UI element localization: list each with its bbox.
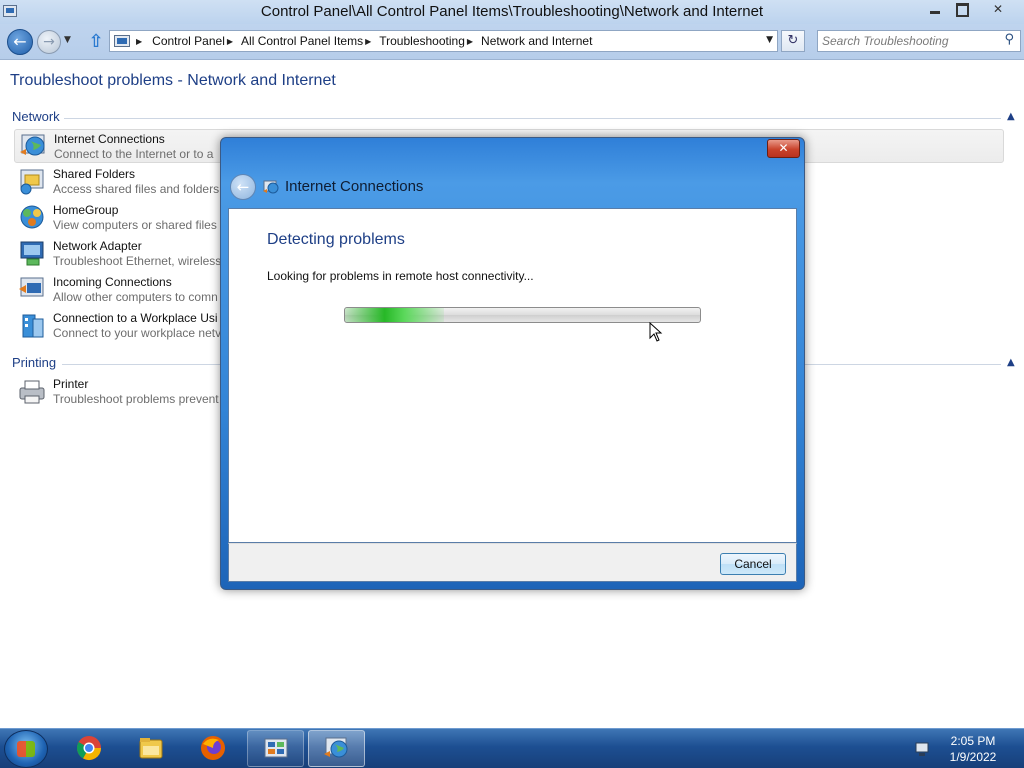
breadcrumb-root-arrow[interactable]: ▶ (136, 37, 142, 46)
breadcrumb-control-panel[interactable]: Control Panel (152, 34, 225, 48)
firefox-icon (201, 736, 225, 760)
dialog-body: Detecting problems Looking for problems … (228, 208, 797, 543)
clock-date: 1/9/2022 (949, 750, 997, 764)
window-titlebar: Control Panel\All Control Panel Items\Tr… (0, 0, 1024, 24)
network-adapter-icon (20, 241, 44, 266)
up-level-button[interactable]: ⇧ (86, 32, 106, 52)
item-description: Allow other computers to comn (53, 290, 218, 304)
breadcrumb: ▶ Control Panel ▶ All Control Panel Item… (136, 34, 592, 48)
item-description: Troubleshoot Ethernet, wireless (53, 254, 222, 268)
dialog-status-text: Looking for problems in remote host conn… (267, 269, 534, 283)
start-button[interactable] (4, 730, 48, 768)
shared-folders-icon (20, 169, 44, 195)
address-dropdown-button[interactable]: ▼ (766, 35, 773, 45)
forward-button[interactable]: → (37, 30, 61, 54)
internet-connections-icon (263, 180, 279, 194)
troubleshooter-dialog: ✕ ← Internet Connections Detecting probl… (220, 137, 805, 590)
address-bar[interactable]: ▶ Control Panel ▶ All Control Panel Item… (109, 30, 778, 52)
item-description: Access shared files and folders (53, 182, 220, 196)
chrome-icon (76, 736, 101, 761)
taskbar-firefox[interactable] (185, 730, 242, 767)
taskbar-clock[interactable]: 2:05 PM 1/9/2022 (938, 733, 1008, 765)
navigation-bar: ← → ▼ ⇧ ▶ Control Panel ▶ All Control Pa… (0, 24, 1024, 60)
dialog-back-button[interactable]: ← (230, 174, 256, 200)
breadcrumb-troubleshooting[interactable]: Troubleshooting (379, 34, 465, 48)
dialog-close-button[interactable]: ✕ (767, 139, 800, 158)
location-icon (114, 35, 130, 47)
item-description: Connect to your workplace netv (53, 326, 222, 340)
taskbar-internet-connections[interactable] (308, 730, 365, 767)
page-title: Troubleshoot problems - Network and Inte… (10, 72, 336, 89)
refresh-button[interactable]: ↻ (781, 30, 805, 52)
incoming-connections-icon (19, 277, 44, 297)
breadcrumb-all-items[interactable]: All Control Panel Items (241, 34, 363, 48)
taskbar: 2:05 PM 1/9/2022 (0, 728, 1024, 768)
maximize-button[interactable] (950, 0, 972, 18)
recent-pages-dropdown[interactable]: ▼ (64, 35, 74, 47)
workplace-connection-icon (22, 314, 44, 338)
progress-bar-fill (345, 308, 445, 322)
close-button[interactable]: ✕ (982, 0, 1014, 18)
collapse-network-button[interactable]: ▲ (1007, 111, 1015, 122)
taskbar-chrome[interactable] (61, 730, 118, 767)
network-status-icon[interactable] (914, 741, 932, 757)
group-header-network: Network (12, 109, 60, 124)
group-divider (64, 118, 1001, 119)
control-panel-icon (264, 738, 288, 758)
clock-time: 2:05 PM (950, 734, 996, 748)
cancel-button[interactable]: Cancel (720, 553, 786, 575)
search-box[interactable]: ⚲ (817, 30, 1021, 52)
collapse-printing-button[interactable]: ▲ (1007, 357, 1015, 368)
printer-icon (19, 380, 45, 404)
group-header-printing: Printing (12, 355, 57, 370)
item-description: Connect to the Internet or to a (54, 147, 214, 161)
window-title: Control Panel\All Control Panel Items\Tr… (260, 3, 764, 20)
file-explorer-icon (139, 738, 163, 759)
progress-bar (344, 307, 701, 323)
minimize-button[interactable] (924, 0, 946, 18)
taskbar-file-explorer[interactable] (123, 730, 180, 767)
item-name: HomeGroup (53, 203, 119, 217)
search-icon[interactable]: ⚲ (1004, 32, 1014, 47)
breadcrumb-network-and-internet[interactable]: Network and Internet (481, 34, 592, 48)
item-name: Incoming Connections (53, 275, 172, 289)
search-input[interactable] (822, 33, 992, 49)
mouse-cursor-icon (649, 322, 663, 342)
homegroup-icon (20, 205, 44, 229)
item-description: Troubleshoot problems prevent (53, 392, 219, 406)
breadcrumb-separator[interactable]: ▶ (365, 37, 371, 46)
dialog-title: Internet Connections (285, 178, 424, 195)
breadcrumb-separator[interactable]: ▶ (227, 37, 233, 46)
dialog-heading: Detecting problems (267, 231, 405, 248)
taskbar-control-panel[interactable] (247, 730, 304, 767)
internet-connections-icon (324, 737, 348, 758)
dialog-footer: Cancel (228, 543, 797, 582)
item-name: Connection to a Workplace Usi (53, 311, 218, 325)
item-name: Network Adapter (53, 239, 142, 253)
breadcrumb-separator[interactable]: ▶ (467, 37, 473, 46)
back-button[interactable]: ← (7, 29, 33, 55)
item-description: View computers or shared files (53, 218, 217, 232)
item-name: Printer (53, 377, 89, 391)
internet-connections-icon (20, 134, 45, 156)
item-name: Internet Connections (54, 132, 165, 146)
item-name: Shared Folders (53, 167, 136, 181)
